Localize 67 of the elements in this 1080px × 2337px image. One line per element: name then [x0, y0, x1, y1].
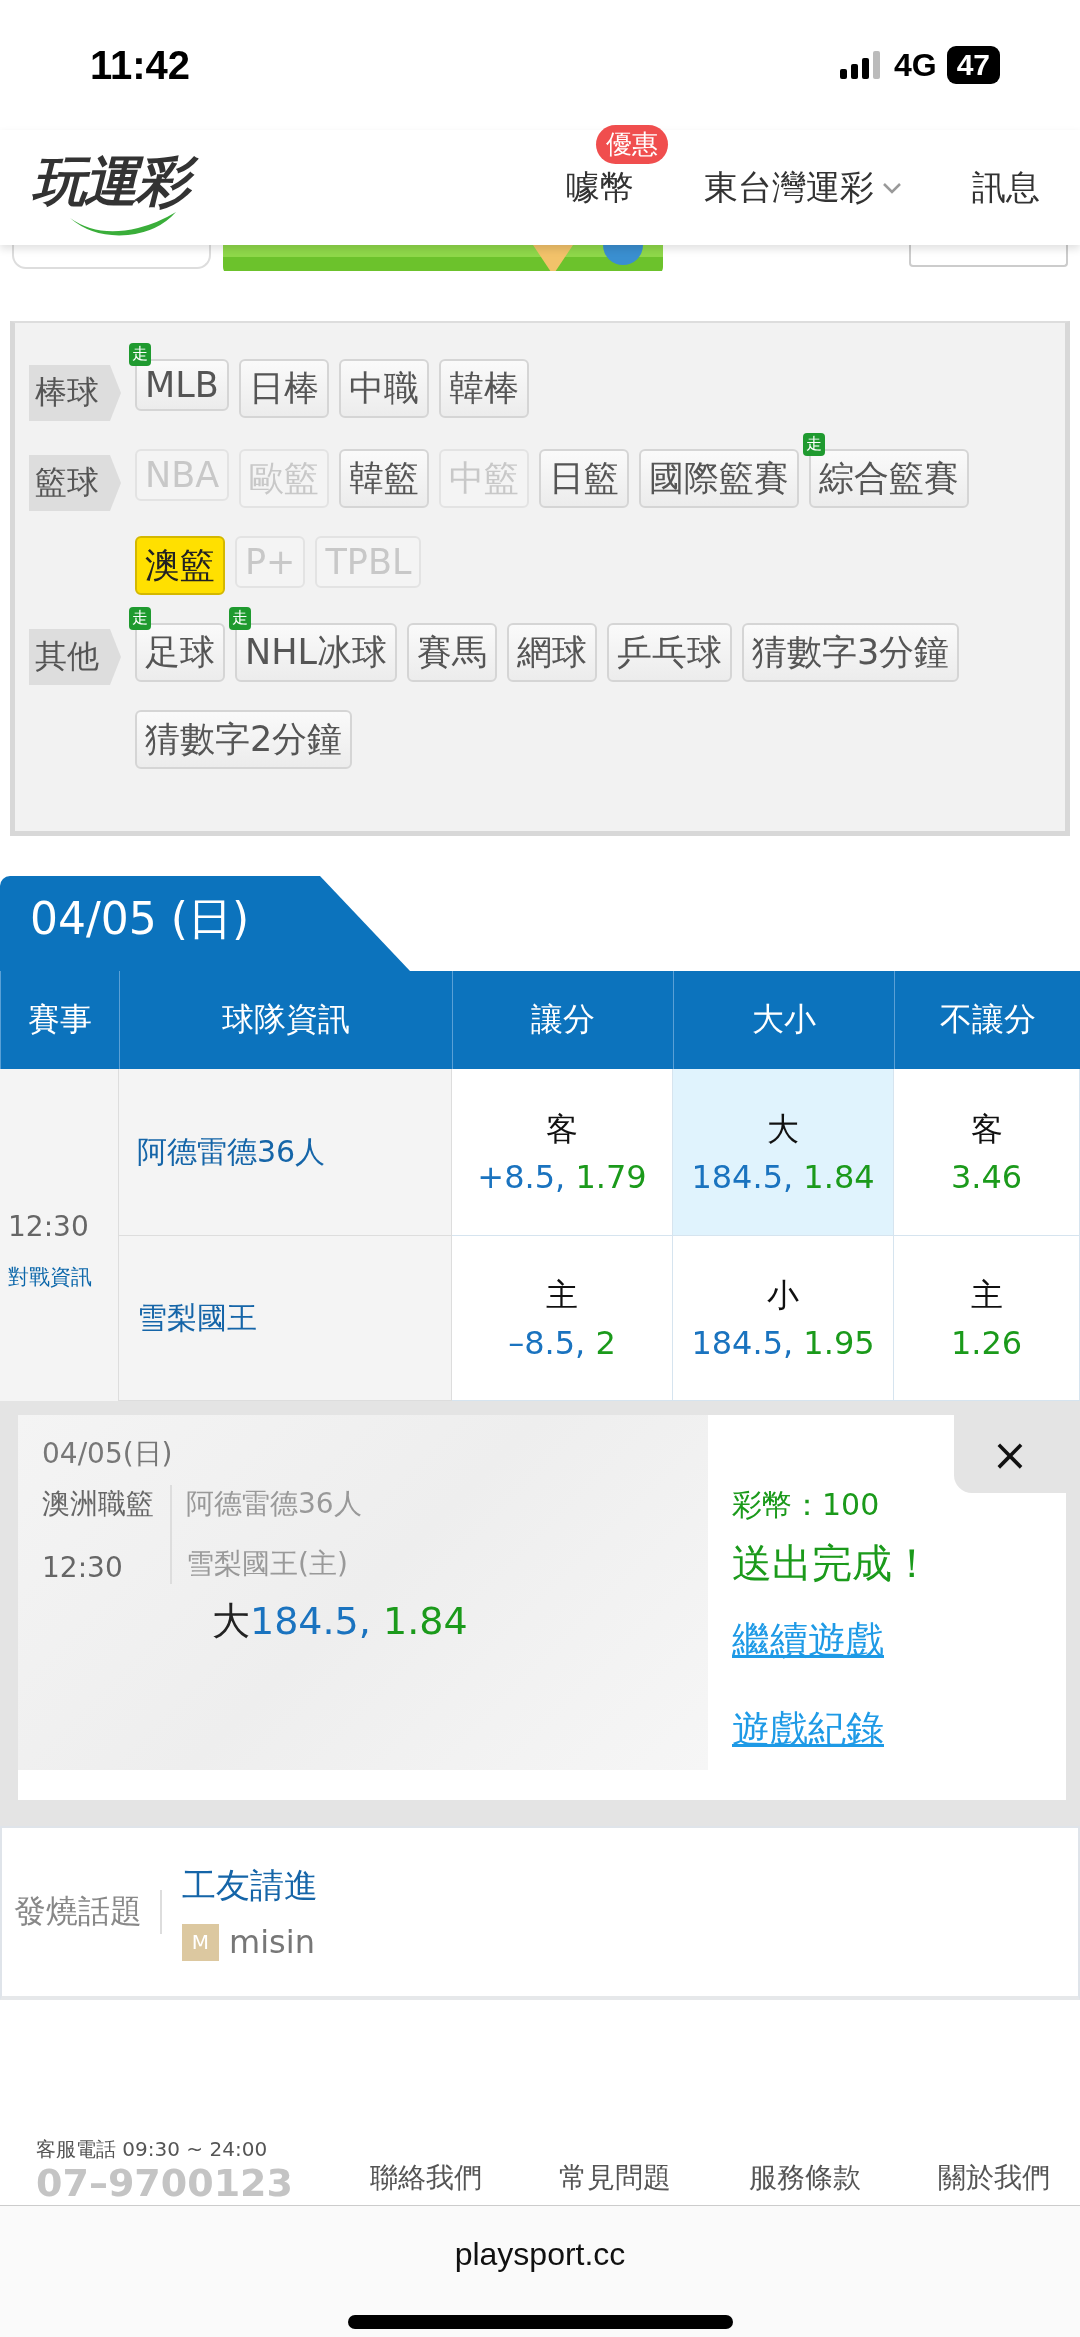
banner-edge[interactable]	[12, 245, 211, 269]
league-name: 澳洲職籃	[42, 1486, 154, 1522]
nav-link[interactable]: 噱幣	[566, 164, 634, 211]
league-tag[interactable]: 賽馬	[407, 623, 497, 682]
battery-level: 47	[946, 46, 1000, 84]
phone-number: 07–9700123	[36, 2163, 293, 2205]
close-button[interactable]: ×	[954, 1415, 1066, 1493]
nav-link[interactable]: 訊息	[972, 164, 1040, 211]
odds-cell[interactable]: 客 3.46	[894, 1069, 1080, 1236]
live-badge: 走	[129, 343, 151, 366]
url-label[interactable]: playsport.cc	[454, 2236, 626, 2273]
home-indicator[interactable]	[347, 2315, 733, 2329]
league-tag[interactable]: 國際籃賽	[639, 449, 800, 508]
team-name: 雪梨國王	[119, 1236, 452, 1401]
league-tag[interactable]: 中職	[338, 359, 429, 418]
avatar-icon: M	[182, 1923, 219, 1961]
column-header: 讓分	[452, 971, 673, 1069]
chevron-down-icon	[882, 181, 902, 194]
status-time: 11:42	[90, 42, 191, 88]
success-message: 送出完成！	[732, 1539, 932, 1588]
odds-cell[interactable]: 大 184.5, 1.84	[673, 1069, 894, 1236]
live-badge: 走	[129, 607, 151, 630]
match-time: 12:30	[8, 1209, 90, 1243]
ticket-date: 04/05(日)	[42, 1436, 174, 1472]
category-label: 棒球	[29, 365, 121, 421]
category-label: 籃球	[29, 455, 121, 511]
column-header: 大小	[673, 971, 894, 1069]
team-name: 阿德雷德36人	[119, 1069, 452, 1236]
odds-cell[interactable]: 小 184.5, 1.95	[673, 1236, 894, 1401]
ticket-time: 12:30	[42, 1551, 124, 1584]
footer-link[interactable]: 關於我們	[937, 2159, 1050, 2197]
section-label: 發燒話題	[14, 1890, 162, 1934]
match-info-link[interactable]: 對戰資訊	[8, 1262, 110, 1291]
league-tag[interactable]: 韓棒	[438, 359, 529, 418]
odds-cell[interactable]: 主 1.26	[894, 1236, 1080, 1401]
footer-link[interactable]: 聯絡我們	[370, 2159, 483, 2197]
league-tag[interactable]: 日棒	[238, 359, 329, 418]
promo-badge: 優惠	[596, 124, 668, 164]
logo[interactable]: 玩運彩	[28, 137, 202, 238]
ticket-pick: 大184.5, 1.84	[212, 1598, 469, 1645]
nav-link[interactable]: 東台灣運彩	[704, 164, 902, 211]
league-tag[interactable]: 韓籃	[339, 449, 430, 508]
live-badge: 走	[803, 433, 826, 456]
date-tab[interactable]: 04/05 (日)	[0, 876, 410, 971]
username: misin	[229, 1923, 315, 1961]
league-tag[interactable]: 網球	[507, 623, 597, 682]
odds-cell[interactable]: 客 +8.5, 1.79	[452, 1069, 673, 1236]
footer-link[interactable]: 服務條款	[748, 2159, 861, 2197]
category-label: 其他	[29, 629, 121, 685]
footer-link[interactable]: 常見問題	[559, 2159, 672, 2197]
column-header: 不讓分	[894, 971, 1080, 1069]
network-label: 4G	[893, 46, 937, 84]
odds-cell[interactable]: 主 –8.5, 2	[452, 1236, 673, 1401]
coin-amount: 彩幣：100	[732, 1486, 881, 1524]
league-tag[interactable]: 澳籃	[135, 536, 225, 595]
league-tag[interactable]: 猜數字3分鐘	[742, 623, 960, 682]
topic-link[interactable]: 工友請進	[182, 1863, 318, 1909]
league-tag[interactable]: 乒乓球	[607, 623, 732, 682]
rules-button-edge[interactable]	[909, 245, 1068, 267]
ticket-team: 雪梨國王(主)	[186, 1546, 349, 1582]
column-header: 球隊資訊	[119, 971, 452, 1069]
league-tag[interactable]: 日籃	[539, 449, 630, 508]
service-hours: 客服電話 09:30 ~ 24:00	[36, 2136, 269, 2164]
ticket-team: 阿德雷德36人	[186, 1486, 362, 1522]
league-tag[interactable]: 猜數字2分鐘	[135, 710, 353, 769]
column-header: 賽事	[0, 971, 119, 1069]
live-badge: 走	[229, 607, 251, 630]
